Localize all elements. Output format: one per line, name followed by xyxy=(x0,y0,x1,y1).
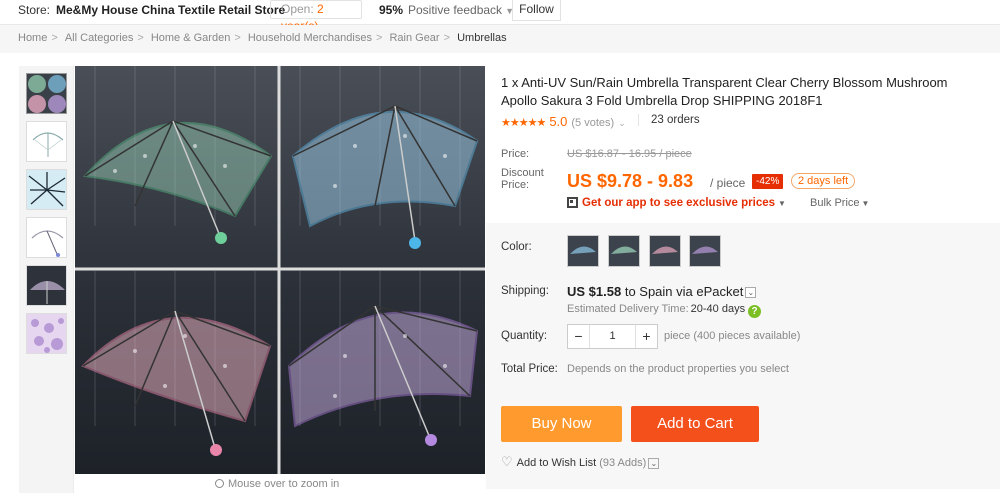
days-left-badge: 2 days left xyxy=(791,173,856,189)
rating-score: 5.0 xyxy=(549,114,568,129)
delivery-time: Estimated Delivery Time: 20-40 days? xyxy=(567,303,762,318)
chevron-down-icon: ⌄ xyxy=(618,118,626,128)
store-open-badge: Open: 2 year(s) xyxy=(270,0,362,33)
thumbnail-1[interactable] xyxy=(26,73,67,114)
total-price-label: Total Price: xyxy=(501,363,558,375)
feedback-label: Positive feedback xyxy=(408,3,503,17)
bulk-price-dropdown[interactable]: Bulk Price ▼ xyxy=(810,197,869,209)
feedback-percent: 95% xyxy=(379,3,404,17)
votes-link[interactable]: (5 votes) xyxy=(571,117,614,129)
thumbnail-4[interactable] xyxy=(26,217,67,258)
discount-price: US $9.78 - 9.83 xyxy=(567,171,694,191)
add-to-cart-button[interactable]: Add to Cart xyxy=(631,406,759,442)
thumbnail-6[interactable] xyxy=(26,313,67,354)
rating-row: ★★★★★ 5.0 (5 votes) ⌄ xyxy=(501,114,626,129)
breadcrumb-umbrellas: Umbrellas xyxy=(457,32,507,44)
star-rating-icon: ★★★★★ xyxy=(501,117,546,129)
quantity-label: Quantity: xyxy=(501,330,548,342)
shipping-method-dropdown[interactable]: US $1.58 to Spain via ePacket ⌄ xyxy=(567,284,757,299)
zoom-hint: Mouse over to zoom in xyxy=(215,478,339,490)
product-main-image[interactable] xyxy=(75,66,485,474)
discount-price-label: Discount Price: xyxy=(501,167,544,191)
availability-text: piece (400 pieces available) xyxy=(664,330,801,342)
breadcrumb-all-categories[interactable]: All Categories > xyxy=(65,32,148,44)
product-options: Color: Shipping: US $1.58 to Spain via e… xyxy=(486,223,1000,489)
store-label: Store: xyxy=(18,3,51,17)
discount-badge: -42% xyxy=(752,174,784,189)
follow-button[interactable]: Follow xyxy=(512,0,561,21)
chevron-down-icon: ▼ xyxy=(861,199,870,208)
color-label: Color: xyxy=(501,241,532,253)
thumbnail-5[interactable] xyxy=(26,265,67,306)
thumbnail-3[interactable] xyxy=(26,169,67,210)
plus-icon[interactable]: + xyxy=(635,325,657,348)
help-icon[interactable]: ? xyxy=(748,305,762,318)
total-price-value: Depends on the product properties you se… xyxy=(567,363,789,375)
color-swatch-purple[interactable] xyxy=(689,235,721,267)
price-unit: / piece xyxy=(710,176,746,190)
chevron-down-icon: ▼ xyxy=(778,199,786,208)
minus-icon[interactable]: − xyxy=(568,325,590,348)
breadcrumb-household[interactable]: Household Merchandises > xyxy=(248,32,387,44)
color-swatch-green[interactable] xyxy=(608,235,640,267)
product-detail: 1 x Anti-UV Sun/Rain Umbrella Transparen… xyxy=(486,66,1000,493)
qr-code-icon xyxy=(567,197,578,208)
product-title: 1 x Anti-UV Sun/Rain Umbrella Transparen… xyxy=(501,75,948,108)
app-promo-link[interactable]: Get our app to see exclusive prices ▼ xyxy=(567,197,786,209)
store-name-link[interactable]: Me&My House China Textile Retail Store xyxy=(56,3,285,17)
heart-plus-icon: ♡ xyxy=(501,454,513,469)
thumbnail-strip xyxy=(19,66,74,493)
original-price: US $16.87 - 16.95 / piece xyxy=(567,148,692,160)
quantity-input[interactable]: 1 xyxy=(590,325,635,348)
feedback-dropdown[interactable]: Positive feedback ▼ xyxy=(408,3,514,17)
chevron-down-icon: ⌄ xyxy=(745,287,757,298)
thumbnail-2[interactable] xyxy=(26,121,67,162)
breadcrumb-home[interactable]: Home > xyxy=(18,32,62,44)
breadcrumb-rain-gear[interactable]: Rain Gear > xyxy=(389,32,454,44)
add-to-wishlist-link[interactable]: ♡ Add to Wish List (93 Adds) ⌄ xyxy=(501,454,660,470)
orders-count: 23 orders xyxy=(638,114,700,126)
quantity-stepper: − 1 + xyxy=(567,324,658,349)
color-swatch-blue[interactable] xyxy=(567,235,599,267)
store-open-label: Open: xyxy=(281,2,314,16)
buy-now-button[interactable]: Buy Now xyxy=(501,406,622,442)
color-swatch-pink[interactable] xyxy=(649,235,681,267)
store-bar: Store: Me&My House China Textile Retail … xyxy=(0,0,1000,33)
breadcrumb: Home > All Categories > Home & Garden > Hou… xyxy=(0,25,1000,53)
magnifier-icon xyxy=(215,479,224,488)
price-box: Price: US $16.87 - 16.95 / piece Discoun… xyxy=(486,140,1000,222)
breadcrumb-home-garden[interactable]: Home & Garden > xyxy=(151,32,245,44)
price-label: Price: xyxy=(501,148,530,160)
chevron-down-icon: ⌄ xyxy=(648,458,660,469)
shipping-label: Shipping: xyxy=(501,285,549,297)
